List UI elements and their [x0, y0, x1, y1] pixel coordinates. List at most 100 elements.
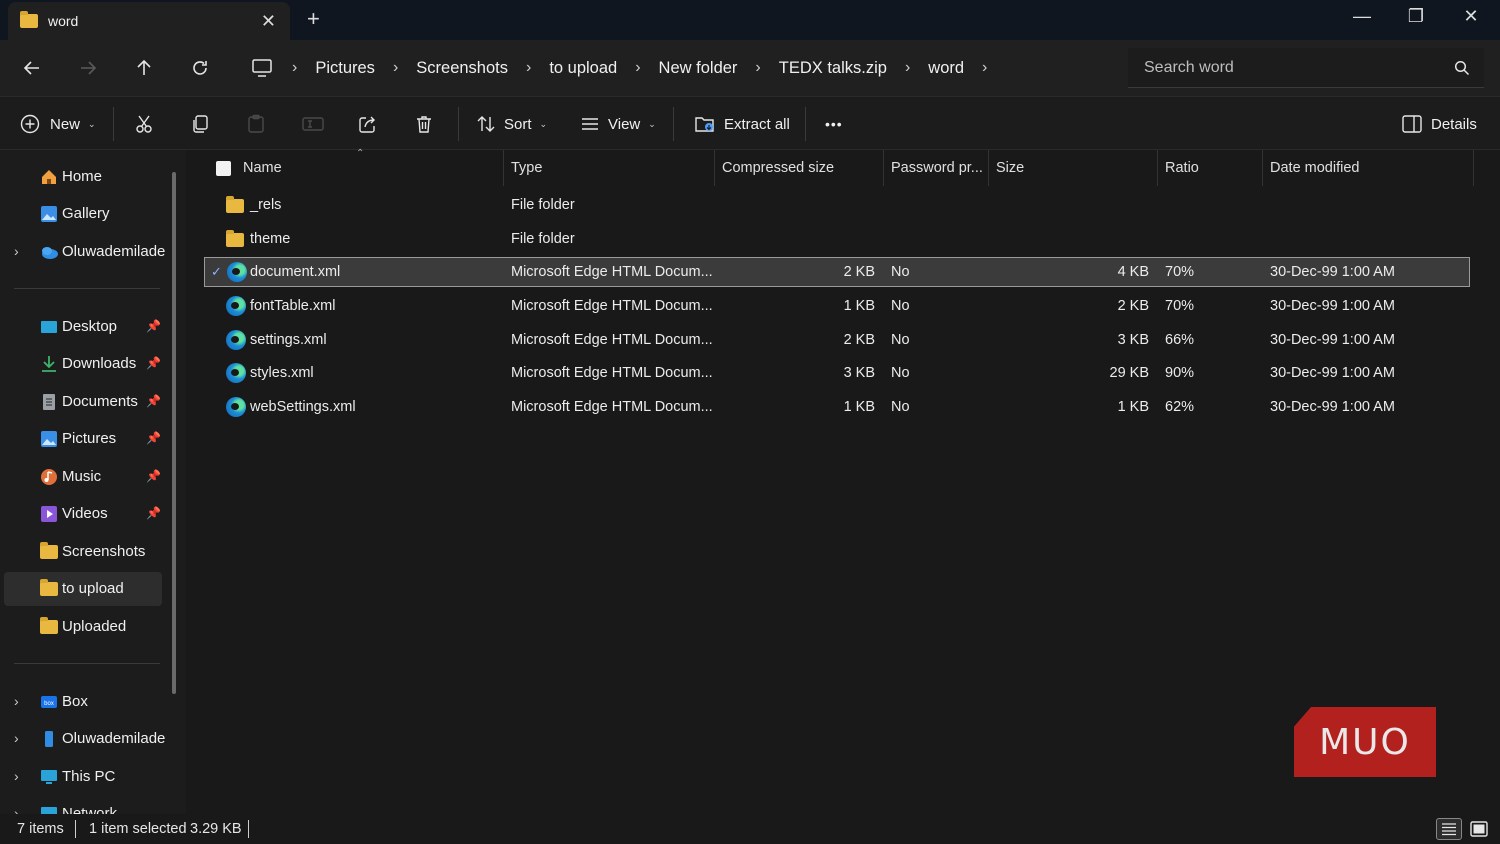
list-item[interactable]: styles.xml Microsoft Edge HTML Docum... … — [204, 359, 1470, 389]
pin-icon[interactable]: 📌 — [146, 506, 161, 520]
paste-button[interactable] — [246, 109, 266, 139]
breadcrumb-new-folder[interactable]: New folder — [655, 59, 742, 78]
chevron-right-icon[interactable]: › — [14, 730, 19, 746]
list-item[interactable]: theme File folder — [204, 225, 1470, 255]
chevron-right-icon[interactable]: › — [635, 59, 640, 77]
edge-icon — [226, 397, 246, 417]
address-bar[interactable]: › Pictures › Screenshots › to upload › N… — [238, 48, 1118, 88]
sidebar-item-label: Oluwademilade — [62, 243, 166, 260]
list-item[interactable]: webSettings.xml Microsoft Edge HTML Docu… — [204, 393, 1470, 423]
cut-button[interactable] — [134, 109, 154, 139]
sidebar-item-videos[interactable]: Videos 📌 — [4, 497, 162, 531]
delete-button[interactable] — [414, 109, 434, 139]
breadcrumb-to-upload[interactable]: to upload — [545, 59, 621, 78]
list-item[interactable]: settings.xml Microsoft Edge HTML Docum..… — [204, 326, 1470, 356]
sidebar-scrollbar[interactable] — [172, 172, 176, 694]
breadcrumb-screenshots[interactable]: Screenshots — [412, 59, 512, 78]
sidebar-item-uploaded[interactable]: Uploaded — [4, 610, 162, 644]
column-header-date-modified[interactable]: Date modified — [1270, 150, 1359, 186]
copy-button[interactable] — [190, 109, 210, 139]
sidebar-item-desktop[interactable]: Desktop 📌 — [4, 310, 162, 344]
window-tab[interactable]: word ✕ — [8, 2, 290, 40]
column-divider[interactable] — [1262, 150, 1263, 186]
pin-icon[interactable]: 📌 — [146, 431, 161, 445]
sidebar-item-gallery[interactable]: Gallery — [4, 197, 162, 231]
pin-icon[interactable]: 📌 — [146, 469, 161, 483]
close-window-button[interactable]: ✕ — [1456, 6, 1486, 27]
chevron-right-icon[interactable]: › — [14, 243, 19, 259]
list-item[interactable]: fontTable.xml Microsoft Edge HTML Docum.… — [204, 292, 1470, 322]
chevron-right-icon[interactable]: › — [14, 693, 19, 709]
maximize-button[interactable]: ❐ — [1401, 6, 1431, 27]
search-input[interactable] — [1144, 58, 1444, 77]
sidebar-item-screenshots[interactable]: Screenshots — [4, 535, 162, 569]
share-button[interactable] — [358, 109, 378, 139]
breadcrumb-pictures[interactable]: Pictures — [311, 59, 379, 78]
toolbar-divider — [113, 107, 114, 141]
chevron-right-icon[interactable]: › — [14, 768, 19, 784]
more-options-button[interactable]: ••• — [825, 109, 843, 139]
column-divider[interactable] — [714, 150, 715, 186]
column-header-compressed-size[interactable]: Compressed size — [722, 150, 834, 186]
search-icon[interactable] — [1454, 60, 1470, 76]
forward-button[interactable] — [74, 54, 102, 82]
column-divider[interactable] — [988, 150, 989, 186]
sidebar-item-downloads[interactable]: Downloads 📌 — [4, 347, 162, 381]
sidebar-item-label: Oluwademilade — [62, 730, 166, 747]
pin-icon[interactable]: 📌 — [146, 394, 161, 408]
column-divider[interactable] — [1157, 150, 1158, 186]
sidebar-item-network[interactable]: › Network — [4, 797, 162, 814]
chevron-right-icon[interactable]: › — [905, 59, 910, 77]
column-header-size[interactable]: Size — [996, 150, 1024, 186]
extract-all-button[interactable]: Extract all — [694, 109, 790, 139]
rename-button[interactable] — [302, 109, 324, 139]
list-item[interactable]: _rels File folder — [204, 191, 1470, 221]
sidebar-item-documents[interactable]: Documents 📌 — [4, 385, 162, 419]
chevron-right-icon[interactable]: › — [982, 59, 987, 77]
back-button[interactable] — [18, 54, 46, 82]
sidebar-item-phone[interactable]: › Oluwademilade — [4, 722, 166, 756]
column-header-name[interactable]: Name — [243, 150, 282, 186]
column-divider[interactable] — [1473, 150, 1474, 186]
sidebar-item-this-pc[interactable]: › This PC — [4, 760, 162, 794]
chevron-right-icon[interactable]: › — [292, 59, 297, 77]
chevron-right-icon[interactable]: › — [393, 59, 398, 77]
select-all-checkbox[interactable] — [216, 150, 231, 186]
sidebar-item-pictures[interactable]: Pictures 📌 — [4, 422, 162, 456]
details-button[interactable]: Details — [1402, 109, 1477, 139]
tab-close-icon[interactable]: ✕ — [261, 11, 276, 32]
chevron-right-icon[interactable]: › — [526, 59, 531, 77]
up-button[interactable] — [130, 54, 158, 82]
breadcrumb-word[interactable]: word — [924, 59, 968, 78]
details-view-button[interactable] — [1436, 818, 1462, 840]
sidebar-item-to-upload[interactable]: to upload — [4, 572, 162, 606]
breadcrumb-tedx-zip[interactable]: TEDX talks.zip — [775, 59, 891, 78]
chevron-right-icon[interactable]: › — [755, 59, 760, 77]
search-box[interactable] — [1128, 48, 1484, 88]
chevron-right-icon[interactable]: › — [14, 805, 19, 814]
sidebar-item-box[interactable]: › box Box — [4, 685, 162, 719]
refresh-button[interactable] — [186, 54, 214, 82]
view-button[interactable]: View ⌄ — [580, 109, 656, 139]
minimize-button[interactable]: — — [1347, 6, 1377, 27]
sort-button[interactable]: Sort ⌄ — [476, 109, 547, 139]
new-button[interactable]: New ⌄ — [20, 109, 96, 139]
sidebar-item-music[interactable]: Music 📌 — [4, 460, 162, 494]
check-icon[interactable]: ✓ — [211, 264, 222, 280]
ratio: 66% — [1165, 332, 1195, 348]
list-item-selected[interactable]: ✓ document.xml Microsoft Edge HTML Docum… — [204, 257, 1470, 287]
sidebar-item-label: Home — [62, 168, 103, 185]
column-header-ratio[interactable]: Ratio — [1165, 150, 1199, 186]
preview-view-button[interactable] — [1466, 818, 1492, 840]
pin-icon[interactable]: 📌 — [146, 356, 161, 370]
column-header-password[interactable]: Password pr... — [891, 150, 983, 186]
sidebar-item-onedrive[interactable]: › Oluwademilade — [4, 235, 166, 269]
compressed-size: 3 KB — [843, 365, 875, 381]
column-divider[interactable] — [503, 150, 504, 186]
sidebar-item-home[interactable]: Home — [4, 160, 162, 194]
column-header-type[interactable]: Type — [511, 150, 542, 186]
new-tab-button[interactable]: + — [307, 6, 320, 32]
pin-icon[interactable]: 📌 — [146, 319, 161, 333]
column-divider[interactable] — [883, 150, 884, 186]
cut-icon — [136, 115, 152, 133]
